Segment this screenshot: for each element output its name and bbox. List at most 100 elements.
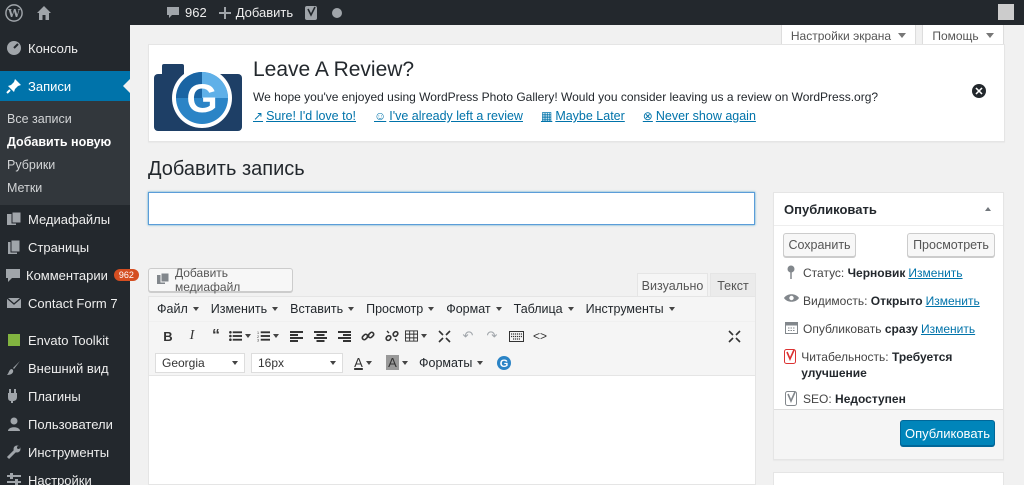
fullscreen-arrows-icon[interactable] (433, 325, 455, 347)
formats-dropdown[interactable]: Форматы (419, 355, 484, 370)
sidebar-item-tools[interactable]: Инструменты (0, 438, 130, 466)
post-editor: Файл Изменить Вставить Просмотр Формат Т… (148, 296, 756, 485)
collapse-arrow-icon[interactable] (985, 207, 991, 211)
redo-icon[interactable]: ↷ (481, 325, 503, 347)
undo-icon[interactable]: ↶ (457, 325, 479, 347)
menu-table[interactable]: Таблица (514, 302, 574, 316)
sidebar-item-dashboard[interactable]: Консоль (0, 34, 130, 62)
keyboard-icon[interactable] (505, 325, 527, 347)
svg-text:W: W (7, 7, 21, 20)
publish-button[interactable]: Опубликовать (900, 420, 995, 446)
page-title: Добавить запись (148, 158, 305, 180)
chevron-down-icon (232, 360, 238, 365)
align-right-icon[interactable] (333, 325, 355, 347)
seo-status-dot-icon[interactable] (332, 7, 343, 18)
menu-view[interactable]: Просмотр (366, 302, 435, 316)
link-icon[interactable] (357, 325, 379, 347)
menu-file-label: Файл (157, 302, 188, 316)
review-never-link[interactable]: ⊗ Never show again (643, 109, 756, 123)
submenu-categories[interactable]: Рубрики (0, 153, 130, 176)
align-center-icon[interactable] (309, 325, 331, 347)
publish-box: Опубликовать Сохранить Просмотреть Стату… (773, 192, 1004, 460)
menu-insert-label: Вставить (290, 302, 344, 316)
sidebar-item-envato[interactable]: Envato Toolkit (0, 326, 130, 354)
review-already-link[interactable]: ☺ I've already left a review (374, 109, 523, 123)
font-family-value: Georgia (162, 355, 205, 370)
chevron-down-icon (477, 360, 484, 365)
plus-icon (218, 6, 231, 19)
home-icon[interactable] (32, 0, 56, 25)
menu-tools[interactable]: Инструменты (586, 302, 675, 316)
numbered-list-icon[interactable]: 123 (257, 325, 279, 347)
font-size-select[interactable]: 16px (251, 352, 343, 373)
envato-icon (5, 331, 23, 349)
background-color-icon[interactable]: A (383, 352, 411, 374)
sidebar-item-label: Консоль (28, 40, 78, 56)
schedule-edit-link[interactable]: Изменить (921, 322, 975, 336)
close-icon[interactable]: ✕ (972, 84, 986, 98)
submenu-all-posts[interactable]: Все записи (0, 107, 130, 130)
sidebar-item-appearance[interactable]: Внешний вид (0, 354, 130, 382)
add-media-button[interactable]: Добавить медиафайл (148, 266, 293, 294)
status-label: Статус: (803, 266, 845, 280)
menu-view-label: Просмотр (366, 302, 424, 316)
align-left-icon[interactable] (285, 325, 307, 347)
post-title-input[interactable] (148, 192, 755, 225)
bold-icon[interactable]: B (157, 325, 179, 347)
sidebar-item-label: Инструменты (28, 444, 110, 460)
review-sure-link[interactable]: ↗ Sure! I'd love to! (253, 109, 356, 123)
menu-insert[interactable]: Вставить (290, 302, 355, 316)
text-color-icon[interactable]: A (349, 352, 377, 374)
photo-gallery-insert-icon[interactable]: G (493, 352, 515, 374)
sidebar-item-plugins[interactable]: Плагины (0, 382, 130, 410)
bullet-list-icon[interactable] (229, 325, 251, 347)
expand-editor-icon[interactable] (723, 325, 745, 347)
adminbar-add-new[interactable]: Добавить (218, 0, 293, 25)
mail-icon (5, 294, 23, 312)
sidebar-item-pages[interactable]: Страницы (0, 233, 130, 261)
table-icon[interactable] (405, 325, 427, 347)
seo-row: SEO: Недоступен (783, 391, 906, 407)
readability-status-icon (783, 349, 797, 364)
submenu-tags[interactable]: Метки (0, 176, 130, 199)
menu-edit[interactable]: Изменить (211, 302, 279, 316)
photo-gallery-logo: G (154, 56, 242, 131)
font-family-select[interactable]: Georgia (155, 352, 245, 373)
add-media-label: Добавить медиафайл (175, 266, 241, 294)
review-later-link[interactable]: ▦ Maybe Later (541, 109, 625, 123)
italic-icon[interactable]: I (181, 325, 203, 347)
submenu-add-new[interactable]: Добавить новую (0, 130, 130, 153)
tab-visual[interactable]: Визуально (637, 273, 708, 297)
sidebar-item-users[interactable]: Пользователи (0, 410, 130, 438)
preview-button[interactable]: Просмотреть (907, 233, 995, 257)
visibility-value: Открыто (870, 294, 923, 308)
sidebar-item-contact-form[interactable]: Contact Form 7 (0, 289, 130, 317)
menu-format-label: Формат (446, 302, 491, 316)
adminbar-comments[interactable]: 962 (166, 0, 207, 25)
sidebar-item-media[interactable]: Медиафайлы (0, 205, 130, 233)
menu-file[interactable]: Файл (157, 302, 199, 316)
unlink-icon[interactable] (381, 325, 403, 347)
yoast-icon[interactable] (305, 0, 324, 25)
menu-format[interactable]: Формат (446, 302, 502, 316)
save-draft-button[interactable]: Сохранить (783, 233, 856, 257)
wordpress-logo-icon[interactable]: W (2, 0, 26, 25)
status-edit-link[interactable]: Изменить (908, 266, 962, 280)
visibility-edit-link[interactable]: Изменить (926, 294, 980, 308)
external-link-icon: ↗ (253, 109, 264, 123)
sidebar-item-posts[interactable]: Записи (0, 71, 130, 101)
sidebar-item-label: Медиафайлы (28, 211, 111, 227)
formats-label: Форматы (419, 355, 473, 370)
sidebar-item-label: Плагины (28, 388, 81, 404)
sidebar-item-settings[interactable]: Настройки (0, 466, 130, 485)
pin-icon (5, 77, 23, 95)
publish-box-header[interactable]: Опубликовать (774, 193, 1003, 226)
avatar[interactable] (998, 4, 1014, 20)
pages-icon (5, 238, 23, 256)
code-icon[interactable]: <> (529, 325, 551, 347)
blockquote-icon[interactable]: “ (205, 325, 227, 347)
tab-text[interactable]: Текст (710, 273, 756, 297)
comments-count-badge: 962 (113, 269, 139, 281)
sidebar-item-comments[interactable]: Комментарии 962 (0, 261, 139, 289)
review-already-label: I've already left a review (389, 109, 523, 123)
